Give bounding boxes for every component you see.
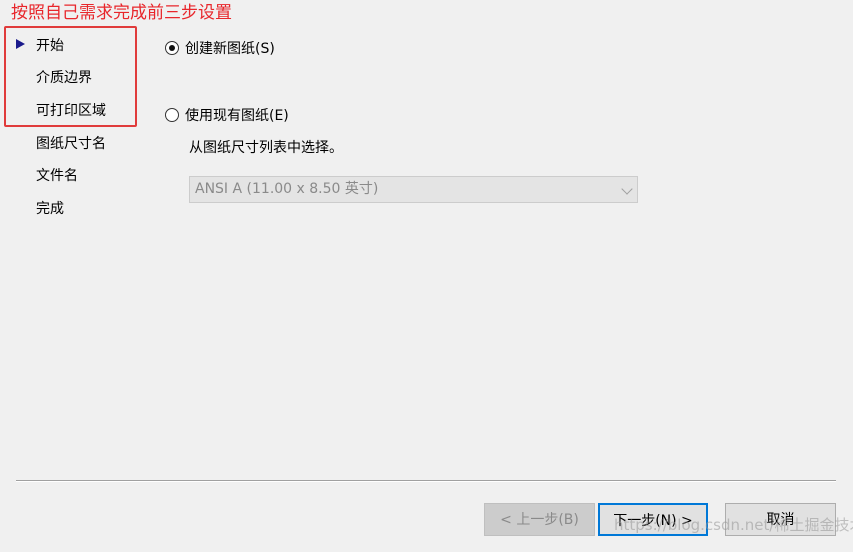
paper-size-value: ANSI A (11.00 x 8.50 英寸) — [195, 181, 379, 197]
footer-divider — [16, 480, 836, 482]
create-new-paper-label: 创建新图纸(S) — [185, 41, 275, 57]
step-paper-size-name: 图纸尺寸名 — [36, 136, 106, 152]
use-existing-paper-label: 使用现有图纸(E) — [185, 108, 289, 124]
step-media-bounds: 介质边界 — [36, 70, 92, 86]
use-existing-paper-option[interactable]: 使用现有图纸(E) — [165, 105, 289, 125]
next-button[interactable]: 下一步(N) > — [598, 503, 708, 536]
step-file-name: 文件名 — [36, 168, 78, 184]
create-new-paper-option[interactable]: 创建新图纸(S) — [165, 38, 275, 58]
radio-unchecked-icon[interactable] — [165, 108, 179, 122]
back-button[interactable]: < 上一步(B) — [484, 503, 595, 536]
annotation-label: 按照自己需求完成前三步设置 — [11, 3, 232, 23]
step-start: 开始 — [36, 38, 64, 54]
cancel-button[interactable]: 取消 — [725, 503, 836, 536]
current-step-arrow-icon — [16, 39, 25, 49]
radio-checked-icon[interactable] — [165, 41, 179, 55]
paper-size-select[interactable]: ANSI A (11.00 x 8.50 英寸) — [189, 176, 638, 203]
step-finish: 完成 — [36, 201, 64, 217]
paper-list-hint: 从图纸尺寸列表中选择。 — [189, 140, 343, 156]
chevron-down-icon — [621, 183, 633, 195]
step-printable-area: 可打印区域 — [36, 103, 106, 119]
